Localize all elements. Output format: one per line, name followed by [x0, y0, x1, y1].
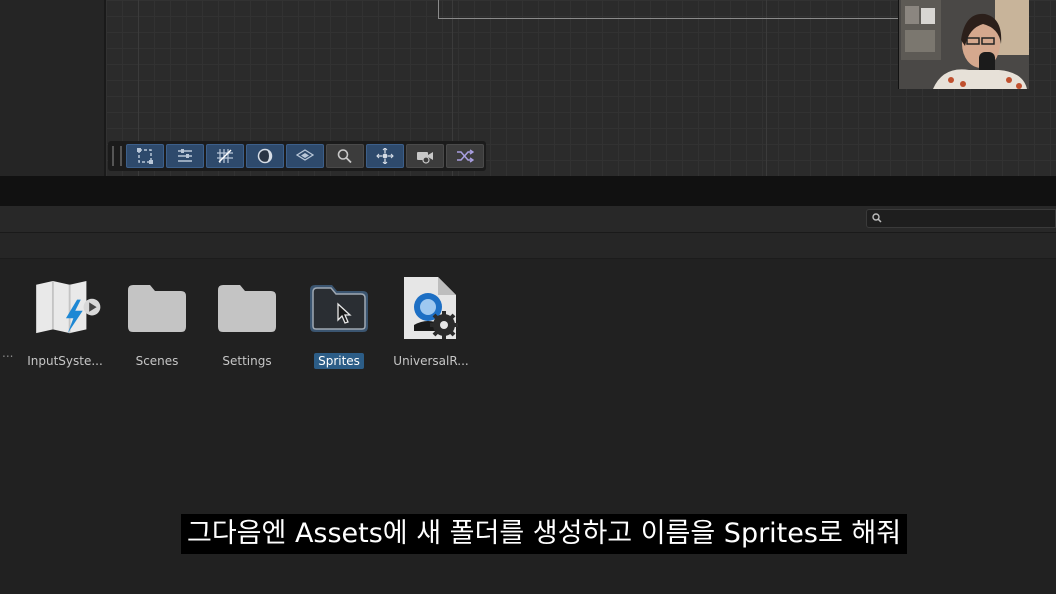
asset-sprites-folder[interactable]: Sprites	[294, 273, 384, 373]
project-toolbar	[0, 206, 1056, 233]
truncated-asset-label: ...	[2, 346, 14, 360]
presenter-video-icon	[899, 0, 1029, 89]
folder-open-icon	[310, 285, 368, 332]
pivot-icon	[376, 148, 394, 164]
asset-label: UniversalR...	[393, 354, 469, 368]
grid-snap-icon	[217, 149, 233, 163]
asset-label-selected: Sprites	[314, 353, 364, 369]
asset-label: Settings	[222, 354, 272, 368]
scene-left-panel	[0, 0, 106, 176]
rect-transform-button[interactable]	[126, 144, 164, 168]
grid-axis-line	[766, 0, 767, 176]
shading-mode-button[interactable]	[246, 144, 284, 168]
scene-view[interactable]	[0, 0, 1056, 176]
folder-icon	[218, 285, 276, 332]
asset-universal-render-pipeline[interactable]: UniversalR...	[386, 273, 476, 373]
layout-sliders-button[interactable]	[166, 144, 204, 168]
video-subtitle: 그다음엔 Assets에 새 폴더를 생성하고 이름을 Sprites로 해줘	[181, 514, 908, 554]
webcam-overlay	[898, 0, 1029, 89]
shading-mode-icon	[257, 148, 273, 164]
sliders-icon	[178, 149, 192, 162]
camera-icon	[417, 152, 433, 164]
camera-bounds-frame	[438, 0, 910, 19]
grid-snap-button[interactable]	[206, 144, 244, 168]
search-input[interactable]	[866, 209, 1056, 228]
asset-scenes-folder[interactable]: Scenes	[112, 273, 202, 373]
toolbar-grip-handle[interactable]	[112, 146, 122, 166]
breadcrumb	[0, 233, 1056, 259]
asset-label: Scenes	[135, 354, 179, 368]
folder-icon	[128, 285, 186, 332]
render-pipeline-asset-icon	[404, 277, 458, 339]
layers-icon	[296, 149, 314, 161]
asset-settings-folder[interactable]: Settings	[202, 273, 292, 373]
scene-overlay-toolbar	[108, 141, 486, 171]
search-scene-button[interactable]	[326, 144, 364, 168]
magnifier-icon	[337, 149, 352, 164]
shuffle-icon	[457, 149, 474, 163]
asset-label: InputSyste...	[27, 354, 103, 368]
panel-separator	[0, 176, 1056, 206]
shuffle-button[interactable]	[446, 144, 484, 168]
input-actions-icon	[36, 281, 101, 334]
pivot-button[interactable]	[366, 144, 404, 168]
layers-button[interactable]	[286, 144, 324, 168]
camera-button[interactable]	[406, 144, 444, 168]
rect-transform-icon	[137, 148, 153, 164]
asset-input-system[interactable]: InputSyste...	[20, 273, 110, 373]
search-icon	[872, 213, 882, 223]
